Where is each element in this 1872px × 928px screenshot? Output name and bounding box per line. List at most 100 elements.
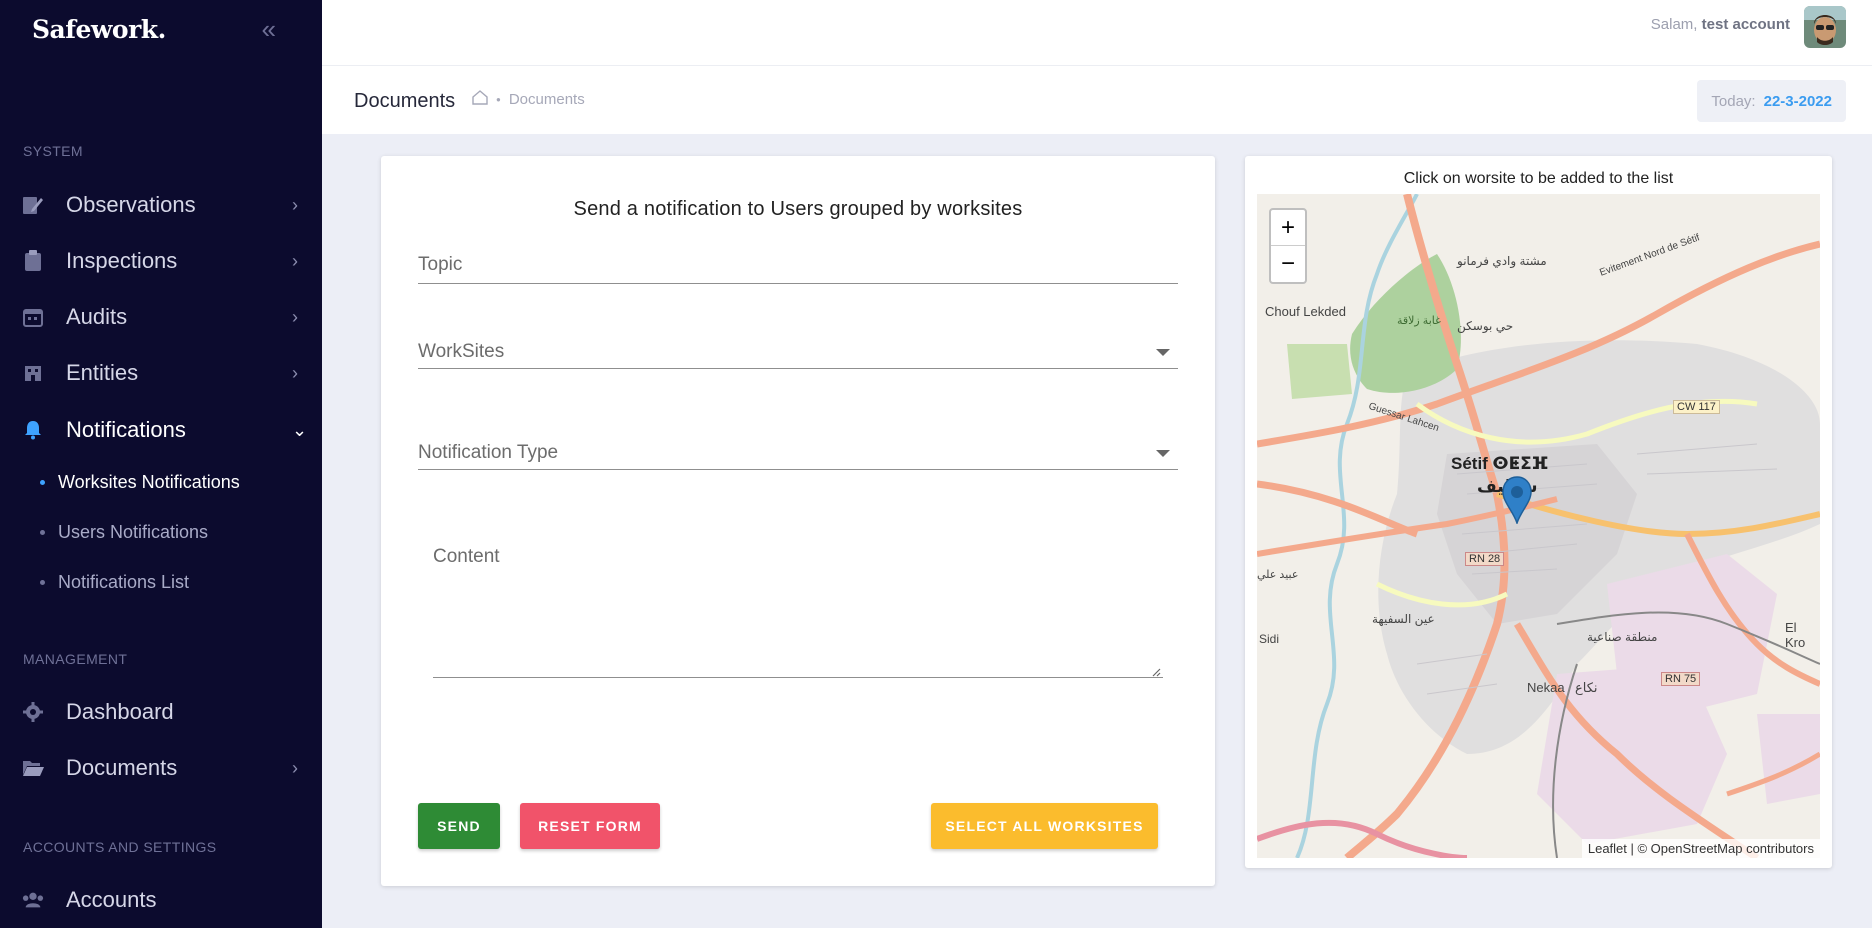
user-greeting[interactable]: Salam, test account [1651, 16, 1790, 33]
sub-worksites-label: Worksites Notifications [58, 472, 240, 492]
sub-users-notifications[interactable]: Users Notifications [40, 522, 208, 543]
chevron-right-icon: › [292, 194, 298, 215]
folder-open-icon [22, 757, 44, 779]
bullet-icon [40, 530, 45, 535]
collapse-sidebar-icon[interactable]: « [262, 16, 276, 42]
map-attribution[interactable]: Leaflet | © OpenStreetMap contributors [1581, 839, 1820, 858]
clipboard-icon [22, 250, 44, 272]
nav-dashboard[interactable]: Dashboard [0, 688, 322, 736]
send-button[interactable]: SEND [418, 803, 500, 849]
zoom-out-button[interactable]: − [1271, 246, 1305, 282]
topic-field[interactable]: Topic [418, 254, 1178, 284]
nav-audits-label: Audits [66, 304, 128, 329]
chevron-down-icon: ⌄ [292, 419, 308, 440]
avatar[interactable] [1804, 6, 1846, 48]
nav-dashboard-label: Dashboard [66, 699, 174, 724]
calendar-icon [22, 306, 44, 328]
breadcrumb-current[interactable]: Documents [509, 91, 585, 108]
worksite-map[interactable]: Sétif ⵙⵟⵉⴼ سطيف Chouf Lekded مشتة وادي ف… [1257, 194, 1820, 858]
nav-documents[interactable]: Documents › [0, 744, 322, 792]
reset-form-button[interactable]: RESET FORM [520, 803, 660, 849]
content-textarea[interactable]: Content [433, 520, 1163, 678]
map-label-hay: حي بوسكن [1457, 319, 1514, 333]
bell-icon [22, 419, 44, 441]
today-label: Today: [1711, 92, 1756, 110]
observations-icon [22, 194, 44, 216]
map-card: Click on worsite to be added to the list [1245, 156, 1832, 868]
building-icon [22, 362, 44, 384]
username: test account [1701, 16, 1790, 33]
nav-entities[interactable]: Entities › [0, 349, 322, 397]
nav-accounts[interactable]: Accounts [0, 876, 322, 924]
sub-list-label: Notifications List [58, 572, 190, 592]
nav-audits[interactable]: Audits › [0, 293, 322, 341]
map-label-obeid: عبيد علي [1257, 569, 1299, 581]
chevron-right-icon: › [292, 362, 298, 383]
users-icon [22, 889, 44, 911]
chevron-right-icon: › [292, 250, 298, 271]
zoom-in-button[interactable]: + [1271, 210, 1305, 246]
nav-accounts-label: Accounts [66, 887, 157, 912]
notification-type-label: Notification Type [418, 442, 559, 463]
map-label-nekaa-latin: Nekaa [1527, 680, 1565, 695]
resize-handle-icon[interactable] [1151, 664, 1161, 677]
map-label-sidi: Sidi [1259, 632, 1280, 646]
greeting-text: Salam, [1650, 16, 1698, 33]
brand-row: Safework. « [0, 0, 322, 58]
worksite-marker-icon[interactable] [1501, 476, 1533, 524]
nav-inspections-label: Inspections [66, 248, 178, 273]
section-management: MANAGEMENT [23, 651, 128, 667]
subheader: Documents ● Documents Today: 22-3-2022 [322, 66, 1872, 134]
nav-observations-label: Observations [66, 192, 196, 217]
map-label-ghabat: غابة زلاقة [1397, 315, 1441, 327]
select-all-worksites-button[interactable]: SELECT ALL WORKSITES [931, 803, 1158, 849]
sub-users-label: Users Notifications [58, 522, 209, 542]
today-badge: Today: 22-3-2022 [1697, 80, 1846, 122]
nav-inspections[interactable]: Inspections › [0, 237, 322, 285]
zoom-control: + − [1269, 208, 1307, 284]
nav-notifications-label: Notifications [66, 417, 186, 442]
nav-documents-label: Documents [66, 755, 178, 780]
breadcrumb-separator: ● [496, 95, 501, 104]
brand-logo[interactable]: Safework. [32, 15, 166, 44]
bullet-icon [40, 480, 45, 485]
topic-label: Topic [418, 254, 463, 275]
home-icon[interactable] [472, 90, 488, 109]
topbar: Salam, test account [322, 0, 1872, 66]
map-label-chouf: Chouf Lekded [1265, 304, 1346, 319]
notification-type-select[interactable]: Notification Type [418, 442, 1178, 470]
breadcrumb: ● Documents [472, 90, 585, 109]
form-heading: Send a notification to Users grouped by … [573, 198, 1023, 220]
notification-form-card: Send a notification to Users grouped by … [381, 156, 1215, 886]
worksites-select[interactable]: WorkSites [418, 341, 1178, 369]
content-label: Content [433, 546, 500, 567]
map-shield-rn28: RN 28 [1465, 552, 1505, 566]
section-system: SYSTEM [23, 143, 83, 159]
dropdown-arrow-icon [1156, 349, 1170, 356]
today-value: 22-3-2022 [1763, 92, 1832, 110]
gear-icon [22, 701, 44, 723]
sub-worksites-notifications[interactable]: Worksites Notifications [40, 472, 240, 493]
map-label-el-kr: El Kro [1785, 620, 1806, 650]
map-tiles [1257, 194, 1820, 858]
map-title: Click on worsite to be added to the list [1403, 170, 1674, 187]
chevron-right-icon: › [292, 306, 298, 327]
map-label-zone: منطقة صناعية [1587, 630, 1658, 644]
dropdown-arrow-icon [1156, 450, 1170, 457]
worksites-label: WorkSites [418, 341, 505, 362]
nav-observations[interactable]: Observations › [0, 181, 322, 229]
nav-notifications[interactable]: Notifications ⌄ [0, 406, 322, 454]
map-label-ain: عين السفيهة [1372, 612, 1435, 626]
page-title: Documents [354, 90, 456, 112]
map-shield-rn75: RN 75 [1661, 672, 1701, 686]
nav-entities-label: Entities [66, 360, 139, 385]
bullet-icon [40, 580, 45, 585]
map-label-city-latin: Sétif ⵙⵟⵉⴼ [1451, 454, 1549, 473]
map-shield-cw117: CW 117 [1673, 400, 1720, 414]
chevron-right-icon: › [292, 757, 298, 778]
sidebar: Safework. « SYSTEM Observations › Inspec… [0, 0, 322, 928]
map-label-nekaa-arabic: نكاع [1575, 680, 1598, 695]
sub-notifications-list[interactable]: Notifications List [40, 572, 189, 593]
map-label-mechta: مشتة وادي فرمانو [1457, 254, 1547, 268]
section-accounts: ACCOUNTS AND SETTINGS [23, 839, 217, 855]
